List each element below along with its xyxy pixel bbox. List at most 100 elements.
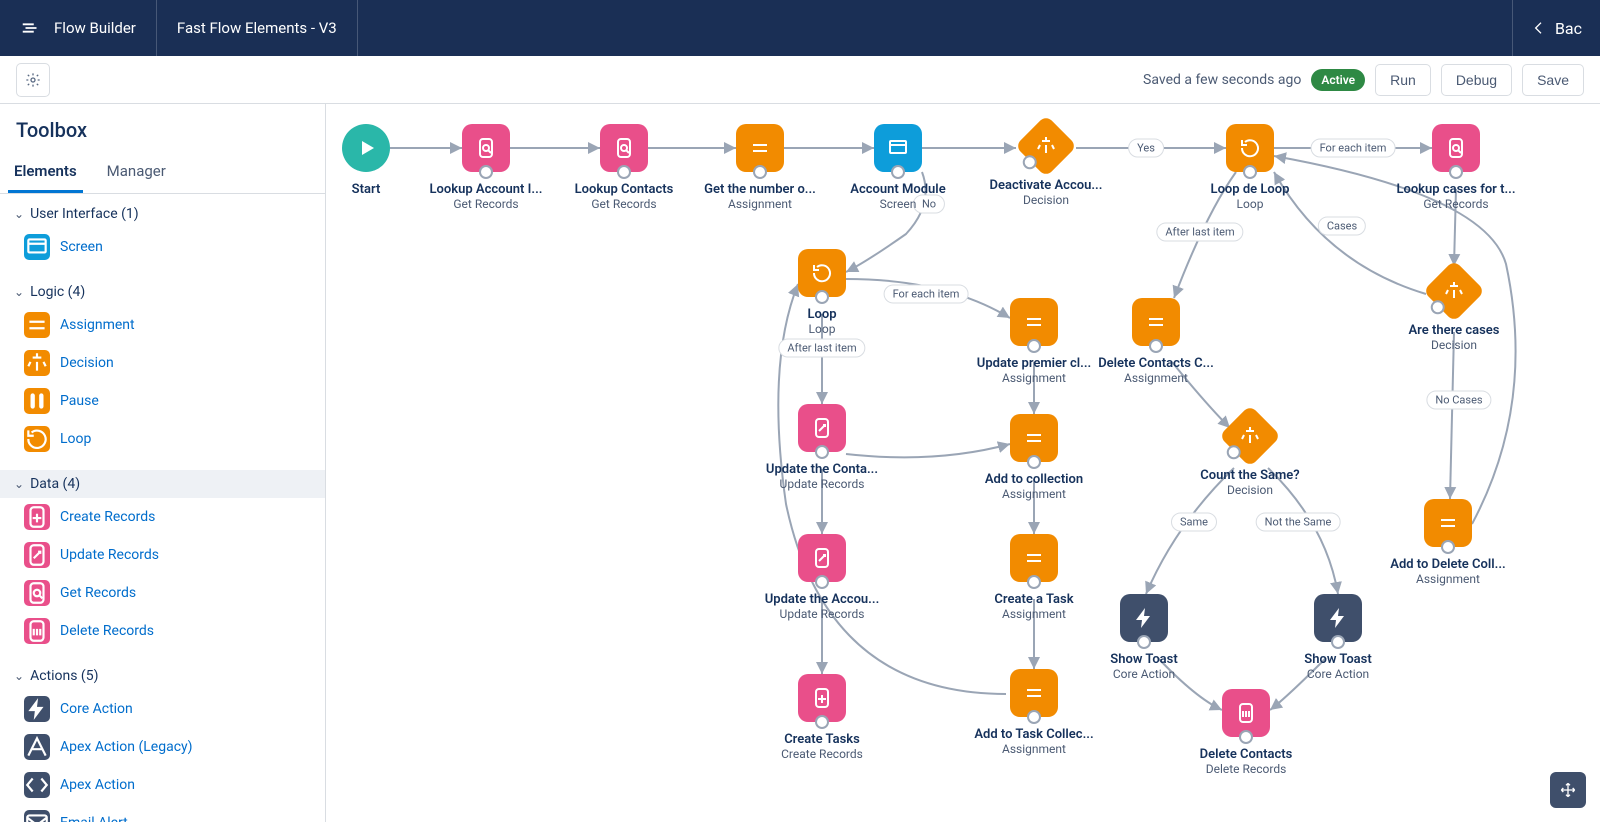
- edge-label: Cases: [1318, 217, 1366, 236]
- node-subtitle: Assignment: [1002, 371, 1066, 385]
- node-toast1[interactable]: Show ToastCore Action: [1074, 594, 1214, 681]
- category-data[interactable]: ⌄Data (4): [0, 470, 325, 498]
- save-button[interactable]: Save: [1522, 64, 1584, 96]
- node-getNum[interactable]: Get the number o...Assignment: [690, 124, 830, 211]
- toolbar: Saved a few seconds ago Active Run Debug…: [0, 56, 1600, 104]
- node-subtitle: Get Records: [1423, 197, 1488, 211]
- assign-icon: [1022, 681, 1046, 705]
- node-title: Count the Same?: [1180, 468, 1320, 483]
- palette-item-update-records[interactable]: Update Records: [0, 536, 325, 574]
- node-title: Account Module: [828, 182, 968, 197]
- move-icon: [1560, 782, 1576, 798]
- node-updContacts[interactable]: Update the Conta...Update Records: [752, 404, 892, 491]
- edge-label: Yes: [1128, 139, 1164, 158]
- get-icon: [612, 136, 636, 160]
- node-subtitle: Core Action: [1113, 667, 1175, 681]
- node-subtitle: Update Records: [780, 477, 865, 491]
- node-subtitle: Decision: [1431, 338, 1477, 352]
- debug-button[interactable]: Debug: [1441, 64, 1512, 96]
- node-subtitle: Assignment: [1002, 487, 1066, 501]
- palette-item-get-records[interactable]: Get Records: [0, 574, 325, 612]
- chevron-down-icon: ⌄: [14, 477, 24, 491]
- node-title: Add to Task Collec...: [964, 727, 1104, 742]
- get-icon: [474, 136, 498, 160]
- apex-icon: [24, 734, 50, 760]
- node-subtitle: Assignment: [1416, 572, 1480, 586]
- assign-icon: [748, 136, 772, 160]
- node-title: Show Toast: [1268, 652, 1408, 667]
- flow-name: Fast Flow Elements - V3: [157, 0, 358, 56]
- delete-icon: [24, 618, 50, 644]
- node-delContacts[interactable]: Delete ContactsDelete Records: [1176, 689, 1316, 776]
- update-icon: [810, 416, 834, 440]
- node-delContC[interactable]: Delete Contacts C...Assignment: [1086, 298, 1226, 385]
- node-title: Are there cases: [1384, 323, 1524, 338]
- node-updAccount[interactable]: Update the Accou...Update Records: [752, 534, 892, 621]
- node-deactivate[interactable]: Deactivate Accou...Decision: [976, 124, 1116, 207]
- node-title: Deactivate Accou...: [976, 178, 1116, 193]
- assign-icon: [1436, 511, 1460, 535]
- edge-label: Same: [1171, 513, 1217, 532]
- node-toast2[interactable]: Show ToastCore Action: [1268, 594, 1408, 681]
- node-addColl[interactable]: Add to collectionAssignment: [964, 414, 1104, 501]
- app-brand: Flow Builder: [0, 0, 157, 56]
- palette-item-apex-action-legacy-[interactable]: Apex Action (Legacy): [0, 728, 325, 766]
- assign-icon: [24, 312, 50, 338]
- palette-item-assignment[interactable]: Assignment: [0, 306, 325, 344]
- node-addTaskColl[interactable]: Add to Task Collec...Assignment: [964, 669, 1104, 756]
- node-subtitle: Delete Records: [1206, 762, 1287, 776]
- palette-item-screen[interactable]: Screen: [0, 228, 325, 266]
- category-logic[interactable]: ⌄Logic (4): [0, 278, 325, 306]
- palette-item-core-action[interactable]: Core Action: [0, 690, 325, 728]
- node-subtitle: Assignment: [1002, 607, 1066, 621]
- node-subtitle: Assignment: [1124, 371, 1188, 385]
- palette-item-loop[interactable]: Loop: [0, 420, 325, 458]
- palette-item-email-alert[interactable]: Email Alert: [0, 804, 325, 822]
- pause-icon: [24, 388, 50, 414]
- palette-item-apex-action[interactable]: Apex Action: [0, 766, 325, 804]
- run-button[interactable]: Run: [1375, 64, 1431, 96]
- palette-item-create-records[interactable]: Create Records: [0, 498, 325, 536]
- toolbox-sidebar: Toolbox Elements Manager ⌄User Interface…: [0, 104, 326, 822]
- flow-logo-icon: [20, 17, 42, 39]
- palette-item-decision[interactable]: Decision: [0, 344, 325, 382]
- node-title: Update the Conta...: [752, 462, 892, 477]
- app-name: Flow Builder: [54, 19, 136, 37]
- back-button[interactable]: Bac: [1512, 0, 1600, 56]
- get-icon: [24, 580, 50, 606]
- arrow-left-icon: [1531, 20, 1547, 36]
- node-loopdeloop[interactable]: Loop de LoopLoop: [1180, 124, 1320, 211]
- edge-label: Not the Same: [1256, 513, 1341, 532]
- settings-button[interactable]: [16, 63, 50, 97]
- update-icon: [810, 546, 834, 570]
- category-actions[interactable]: ⌄Actions (5): [0, 662, 325, 690]
- get-icon: [1444, 136, 1468, 160]
- edge-label: No Cases: [1426, 391, 1491, 410]
- decision-icon: [1238, 424, 1262, 448]
- pan-fab[interactable]: [1550, 772, 1586, 808]
- tab-elements[interactable]: Elements: [8, 154, 83, 193]
- node-title: Delete Contacts: [1176, 747, 1316, 762]
- node-subtitle: Get Records: [453, 197, 518, 211]
- decision-icon: [1034, 134, 1058, 158]
- node-lookupCont[interactable]: Lookup ContactsGet Records: [554, 124, 694, 211]
- node-areCases[interactable]: Are there casesDecision: [1384, 269, 1524, 352]
- palette-item-delete-records[interactable]: Delete Records: [0, 612, 325, 650]
- loop-icon: [1238, 136, 1262, 160]
- node-subtitle: Assignment: [1002, 742, 1066, 756]
- node-lookupAcct[interactable]: Lookup Account I...Get Records: [416, 124, 556, 211]
- category-ui[interactable]: ⌄User Interface (1): [0, 200, 325, 228]
- node-countSame[interactable]: Count the Same?Decision: [1180, 414, 1320, 497]
- node-loop[interactable]: LoopLoop: [752, 249, 892, 336]
- node-addDelColl[interactable]: Add to Delete Coll...Assignment: [1378, 499, 1518, 586]
- palette-item-pause[interactable]: Pause: [0, 382, 325, 420]
- edge-label: After last item: [778, 339, 865, 358]
- node-acctMod[interactable]: Account ModuleScreen: [828, 124, 968, 211]
- tab-manager[interactable]: Manager: [101, 154, 172, 193]
- node-lookupCases[interactable]: Lookup cases for t...Get Records: [1386, 124, 1526, 211]
- node-createTasks[interactable]: Create TasksCreate Records: [752, 674, 892, 761]
- flow-canvas[interactable]: YesFor each itemNoFor each itemAfter las…: [326, 104, 1600, 822]
- node-updPremier[interactable]: Update premier cl...Assignment: [964, 298, 1104, 385]
- node-subtitle: Loop: [809, 322, 836, 336]
- assign-icon: [1144, 310, 1168, 334]
